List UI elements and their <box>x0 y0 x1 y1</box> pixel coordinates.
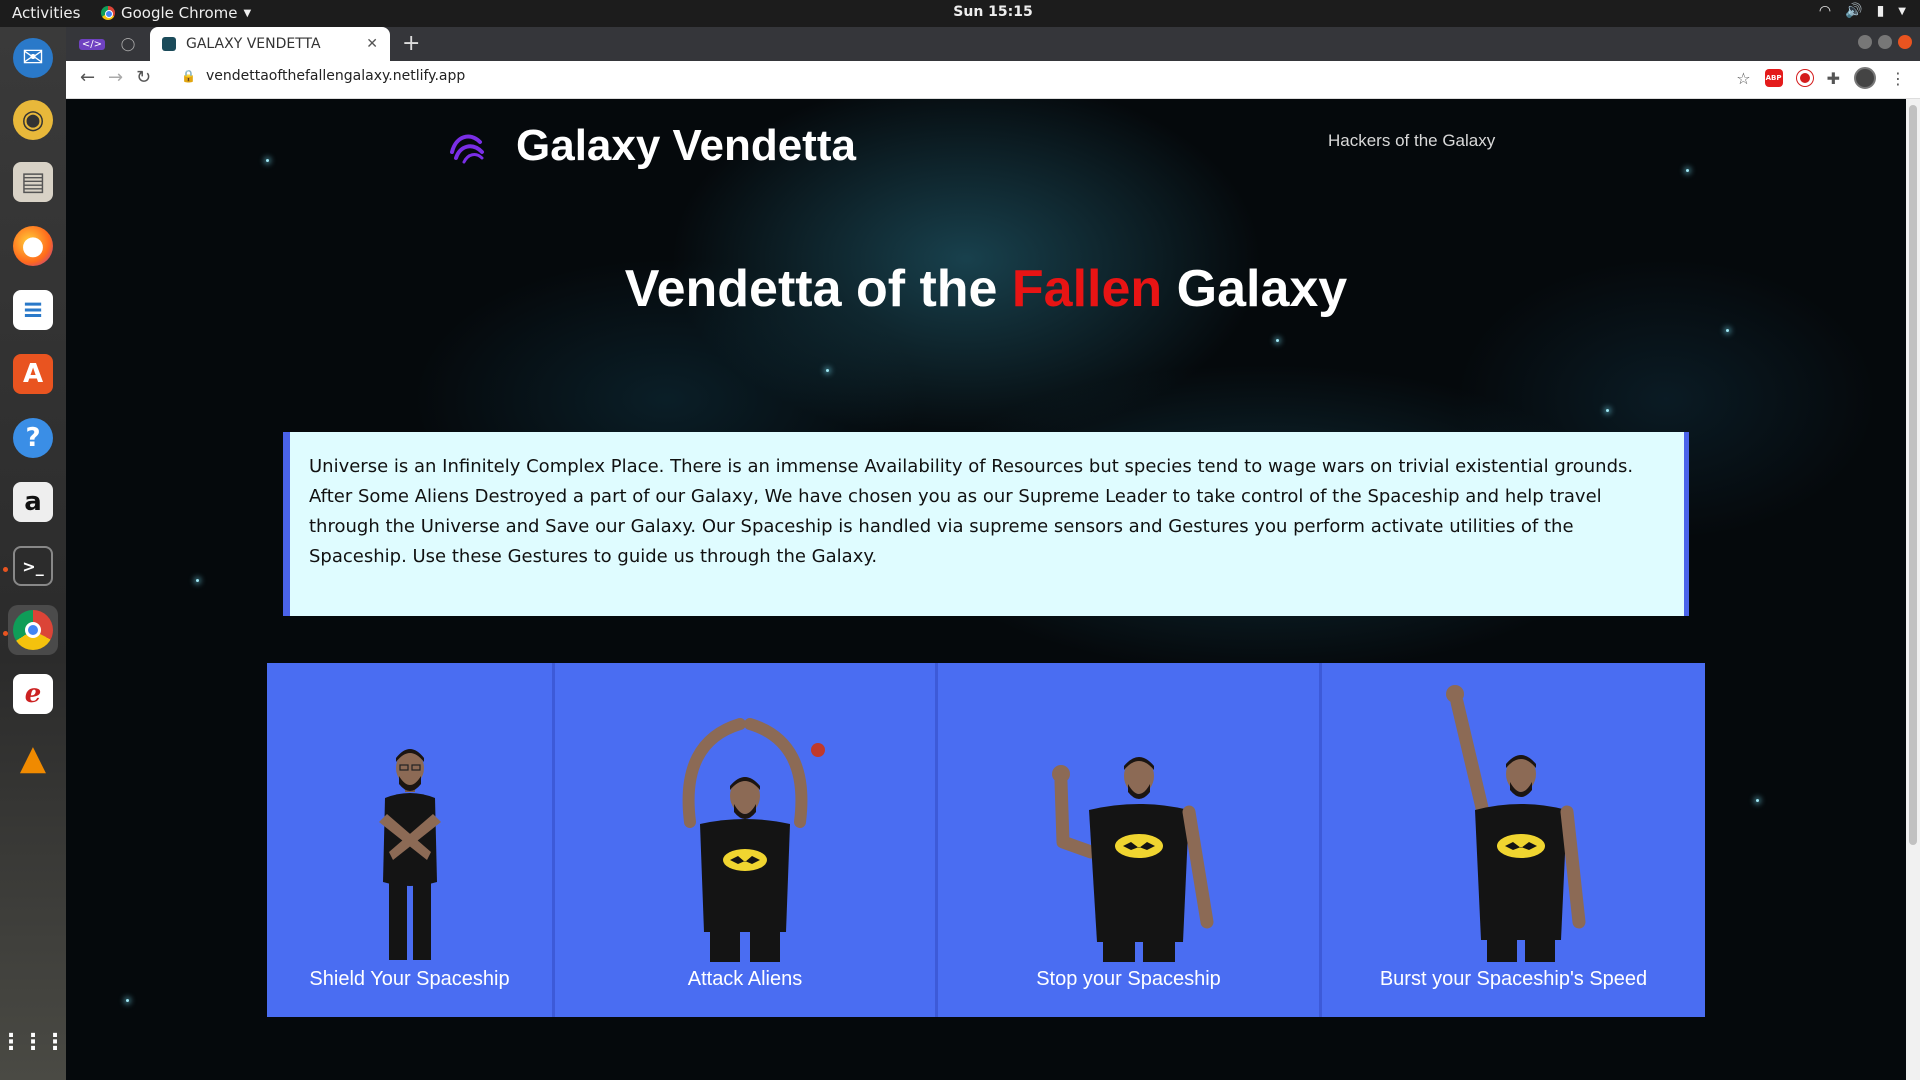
page-scrollbar[interactable] <box>1906 99 1920 1080</box>
clock[interactable]: Sun 15:15 <box>0 4 1920 20</box>
extensions-puzzle-icon[interactable]: ✚ <box>1827 69 1840 88</box>
thunderbird-icon[interactable]: ✉ <box>8 33 58 83</box>
pinned-tab-devpost[interactable]: </> <box>74 27 110 61</box>
more-menu-icon[interactable]: ⋮ <box>1890 69 1906 88</box>
volume-icon: 🔊 <box>1845 3 1863 19</box>
nav-link-hackers[interactable]: Hackers of the Galaxy <box>1328 131 1495 151</box>
toolbar-actions: ☆ ABP ✚ ⋮ <box>1736 67 1906 89</box>
battery-icon: ▮ <box>1876 3 1885 19</box>
background-star <box>126 999 129 1002</box>
rhythmbox-icon[interactable]: ◉ <box>8 95 58 145</box>
pinned-tab-github[interactable]: ◯ <box>110 27 146 61</box>
attack-gesture-image <box>682 718 825 962</box>
site-title: Galaxy Vendetta <box>516 121 856 170</box>
adblock-icon[interactable]: ABP <box>1764 69 1783 87</box>
bookmark-star-icon[interactable]: ☆ <box>1736 69 1750 88</box>
vlc-icon[interactable]: ▲ <box>8 733 58 783</box>
background-star <box>1686 169 1689 172</box>
terminal-icon[interactable]: >_ <box>8 541 58 591</box>
gesture-label: Shield Your Spaceship <box>309 968 510 990</box>
intro-panel: Universe is an Infinitely Complex Place.… <box>283 432 1689 616</box>
gesture-label: Stop your Spaceship <box>1036 968 1221 990</box>
background-star <box>1276 339 1279 342</box>
site-brand[interactable]: Galaxy Vendetta <box>446 121 856 171</box>
document-viewer-icon[interactable]: ℯ <box>8 669 58 719</box>
new-tab-button[interactable]: + <box>402 31 420 56</box>
close-tab-icon[interactable]: ✕ <box>366 36 378 52</box>
close-window-button[interactable] <box>1898 35 1912 49</box>
toolbar: ← → ↻ 🔒 vendettaofthefallengalaxy.netlif… <box>66 61 1920 99</box>
minimize-button[interactable] <box>1858 35 1872 49</box>
background-star <box>1606 409 1609 412</box>
lock-icon: 🔒 <box>181 69 196 83</box>
gesture-card[interactable]: Burst your Spaceship's Speed <box>1322 663 1705 1017</box>
wifi-icon: ◠ <box>1818 3 1832 19</box>
screen-recorder-icon[interactable] <box>1796 70 1813 86</box>
gesture-cards: Shield Your Spaceship Attack Aliens Stop… <box>267 663 1705 1017</box>
browser-window: </> ◯ GALAXY VENDETTA ✕ + ← → ↻ 🔒 vendet… <box>66 27 1920 1080</box>
hero-text-start: Vendetta of the <box>624 260 1012 318</box>
site-favicon-icon <box>162 37 176 51</box>
window-controls <box>1858 35 1912 49</box>
hero-heading: Vendetta of the Fallen Galaxy <box>66 259 1906 319</box>
software-center-icon[interactable]: A <box>8 349 58 399</box>
gesture-card[interactable]: Shield Your Spaceship <box>267 663 555 1017</box>
scrollbar-thumb[interactable] <box>1909 105 1917 845</box>
gesture-card[interactable]: Attack Aliens <box>555 663 938 1017</box>
background-star <box>1756 799 1759 802</box>
hero-text-end: Galaxy <box>1162 260 1348 318</box>
gesture-label: Attack Aliens <box>687 968 803 990</box>
url-text: vendettaofthefallengalaxy.netlify.app <box>205 68 466 84</box>
stop-gesture-image <box>1051 757 1213 962</box>
background-star <box>826 369 829 372</box>
system-top-bar: Activities Google Chrome ▼ Sun 15:15 ◠ 🔊… <box>0 0 1920 27</box>
hero-highlight: Fallen <box>1011 260 1163 318</box>
profile-avatar[interactable] <box>1854 67 1876 89</box>
system-tray[interactable]: ◠ 🔊 ▮ ▼ <box>1819 3 1906 19</box>
code-icon: </> <box>78 38 106 50</box>
background-star <box>266 159 269 162</box>
amazon-icon[interactable]: a <box>8 477 58 527</box>
tab-title: GALAXY VENDETTA <box>186 36 321 52</box>
tab-strip: </> ◯ GALAXY VENDETTA ✕ + <box>66 27 1920 61</box>
maximize-button[interactable] <box>1878 35 1892 49</box>
github-icon: ◯ <box>120 36 136 52</box>
firefox-icon[interactable]: ● <box>8 221 58 271</box>
gesture-label: Burst your Spaceship's Speed <box>1379 968 1648 990</box>
help-icon[interactable]: ? <box>8 413 58 463</box>
tab-galaxy-vendetta[interactable]: GALAXY VENDETTA ✕ <box>150 27 390 61</box>
dock: ✉ ◉ ▤ ● ≡ A ? a >_ ℯ ▲ ⋮⋮⋮ <box>0 27 66 1080</box>
files-icon[interactable]: ▤ <box>8 157 58 207</box>
back-arrow-icon[interactable]: ← <box>80 67 95 88</box>
forward-arrow-icon[interactable]: → <box>108 67 123 88</box>
intro-text: Universe is an Infinitely Complex Place.… <box>309 456 1634 567</box>
burst-gesture-image <box>1445 685 1585 962</box>
web-page: Galaxy Vendetta Hackers of the Galaxy Ve… <box>66 99 1906 1080</box>
reload-icon[interactable]: ↻ <box>136 67 151 88</box>
caret-down-icon: ▼ <box>1898 5 1906 17</box>
shield-gesture-image <box>378 749 441 960</box>
galaxy-logo-icon <box>450 134 484 164</box>
address-bar[interactable]: 🔒 vendettaofthefallengalaxy.netlify.app <box>181 68 465 84</box>
show-applications-icon[interactable]: ⋮⋮⋮ <box>0 1017 66 1067</box>
chrome-dock-icon[interactable] <box>8 605 58 655</box>
background-star <box>196 579 199 582</box>
gesture-card[interactable]: Stop your Spaceship <box>938 663 1322 1017</box>
background-star <box>1726 329 1729 332</box>
libreoffice-writer-icon[interactable]: ≡ <box>8 285 58 335</box>
